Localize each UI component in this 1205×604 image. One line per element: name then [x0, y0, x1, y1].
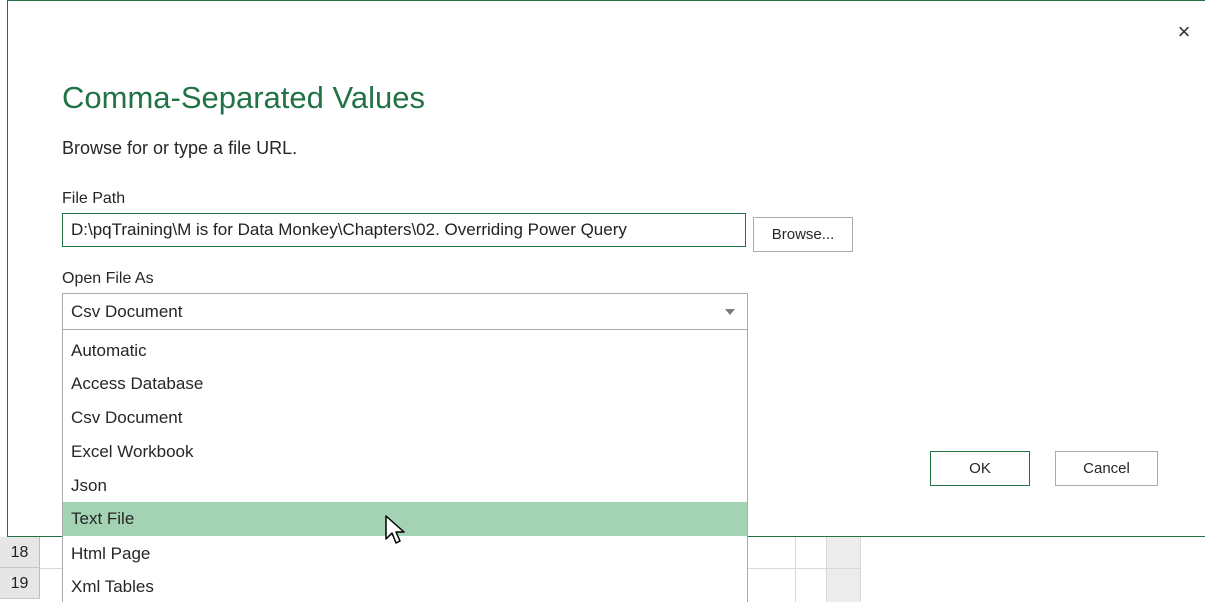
chevron-down-icon	[725, 309, 735, 315]
browse-button[interactable]: Browse...	[753, 217, 853, 252]
open-file-as-label: Open File As	[62, 270, 154, 287]
dialog-title: Comma-Separated Values	[62, 80, 425, 115]
selected-value: Csv Document	[71, 302, 183, 321]
close-button[interactable]: ×	[1172, 20, 1196, 44]
grid-column	[795, 537, 826, 602]
option-access-database[interactable]: Access Database	[63, 367, 747, 401]
mouse-pointer-icon	[385, 515, 405, 544]
option-automatic[interactable]: Automatic	[63, 334, 747, 368]
row-header-19[interactable]: 19	[0, 568, 40, 599]
option-json[interactable]: Json	[63, 469, 747, 503]
close-icon: ×	[1177, 19, 1191, 44]
option-excel-workbook[interactable]: Excel Workbook	[63, 435, 747, 469]
file-type-dropdown-list: Automatic Access Database Csv Document E…	[62, 330, 748, 602]
option-xml-tables[interactable]: Xml Tables	[63, 570, 747, 604]
grid-column-shaded	[826, 537, 861, 602]
ok-button[interactable]: OK	[930, 451, 1030, 486]
file-path-input[interactable]	[62, 213, 746, 247]
cancel-button[interactable]: Cancel	[1055, 451, 1158, 486]
file-path-label: File Path	[62, 190, 126, 207]
dialog-subtitle: Browse for or type a file URL.	[62, 138, 298, 158]
grid-column-edge	[860, 537, 861, 602]
row-header-18[interactable]: 18	[0, 537, 40, 568]
option-csv-document[interactable]: Csv Document	[63, 401, 747, 435]
open-file-as-select[interactable]: Csv Document	[62, 293, 748, 330]
